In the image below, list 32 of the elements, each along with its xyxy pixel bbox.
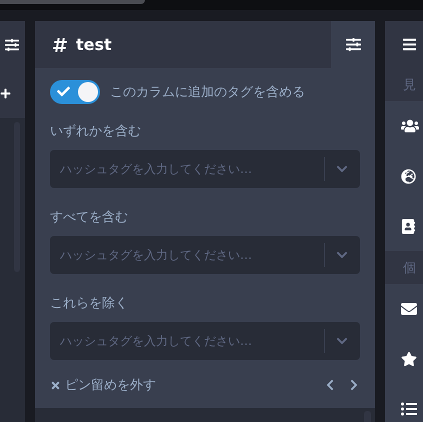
settings-icon[interactable] [5,38,19,52]
menu-icon[interactable] [402,37,417,52]
hashtag-input[interactable]: ハッシュタグを入力してください… [50,236,324,274]
chevron-down-icon [336,335,348,347]
section-label: いずれかを含む [50,123,142,140]
address-book-icon [401,218,416,234]
hashtag-input[interactable]: ハッシュタグを入力してください… [50,322,324,360]
plus-icon[interactable] [0,88,11,98]
hashtag-input[interactable]: ハッシュタグを入力してください… [50,150,324,188]
unpin-label: ピン留めを外す [65,377,156,394]
nav-section-label: 個 [403,260,416,276]
section-label: これらを除く [50,295,129,312]
chevron-down-icon [336,249,348,261]
column-title: test [76,35,112,54]
toggle-switch[interactable] [50,80,100,104]
settings-icon [346,37,360,52]
unpin-button[interactable]: ピン留めを外す [50,376,156,394]
globe-icon [401,168,416,184]
envelope-icon [401,301,417,317]
check-icon [57,85,70,98]
star-icon [401,351,417,367]
chevron-left-icon [324,379,336,391]
chevron-down-icon [336,163,348,175]
toggle-label: このカラムに追加のタグを含める [110,84,305,101]
chevron-right-icon [348,379,360,391]
section-label: すべてを含む [50,209,129,226]
nav-section-label: 見 [403,76,416,94]
close-icon [50,380,61,390]
people-icon [401,117,419,135]
list-icon [401,401,417,417]
hashtag-icon [52,36,68,52]
settings-button[interactable] [331,21,375,68]
